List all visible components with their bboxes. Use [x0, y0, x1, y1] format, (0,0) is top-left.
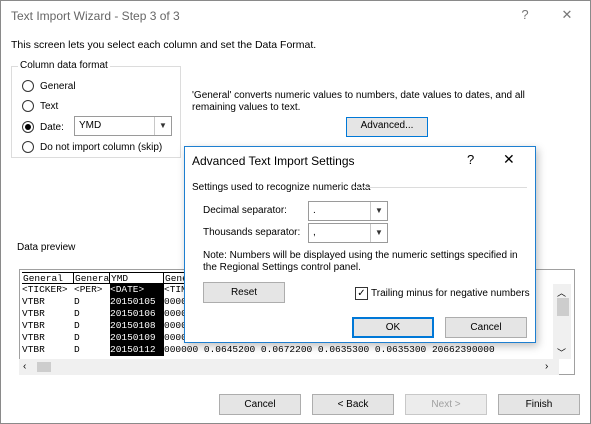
chevron-down-icon[interactable]: ▼: [370, 224, 387, 242]
close-icon[interactable]: ✕: [555, 6, 579, 24]
preview-cell-selected: 20150106: [110, 308, 164, 320]
preview-cell-selected: 20150108: [110, 320, 164, 332]
finish-button[interactable]: Finish: [498, 394, 580, 415]
radio-circle-icon[interactable]: [22, 141, 34, 153]
title-bar: Text Import Wizard - Step 3 of 3 ? ✕: [1, 1, 590, 29]
general-info-text: 'General' converts numeric values to num…: [192, 90, 525, 113]
radio-date-label: Date:: [40, 121, 64, 133]
radio-date[interactable]: Date:: [22, 120, 64, 134]
chevron-down-icon[interactable]: ▼: [154, 117, 171, 135]
help-icon[interactable]: ?: [467, 152, 474, 167]
preview-cell: VTBR: [22, 296, 45, 307]
preview-cell: D: [74, 320, 80, 331]
preview-horizontal-scrollbar[interactable]: [19, 359, 559, 375]
chevron-left-icon[interactable]: ‹: [23, 361, 26, 372]
ok-button[interactable]: OK: [352, 317, 434, 338]
help-icon[interactable]: ?: [513, 6, 537, 24]
chevron-right-icon[interactable]: ›: [545, 361, 548, 372]
regional-settings-note: Note: Numbers will be displayed using th…: [203, 250, 518, 273]
decimal-separator-select[interactable]: . ▼: [308, 201, 388, 221]
close-icon[interactable]: ✕: [503, 151, 515, 168]
date-format-select[interactable]: YMD ▼: [74, 116, 172, 136]
column-data-format-label: Column data format: [18, 60, 110, 71]
radio-circle-icon[interactable]: [22, 100, 34, 112]
preview-cell: VTBR: [22, 332, 45, 343]
advanced-settings-dialog: Advanced Text Import Settings ? ✕ Settin…: [184, 146, 536, 343]
decimal-separator-value: .: [313, 205, 316, 216]
preview-cell-selected: 20150109: [110, 332, 164, 344]
trailing-minus-checkbox[interactable]: ✓: [355, 287, 368, 300]
preview-cell-selected: <DATE>: [110, 284, 164, 296]
decimal-separator-label: Decimal separator:: [203, 205, 287, 216]
preview-cell: VTBR: [22, 320, 45, 331]
preview-header-cell[interactable]: General: [22, 272, 74, 284]
column-data-format-group: Column data format General Text Date: YM…: [11, 60, 181, 158]
date-format-value: YMD: [79, 120, 102, 131]
wizard-description: This screen lets you select each column …: [11, 39, 317, 51]
preview-header-cell[interactable]: YMD: [110, 272, 164, 284]
dialog-title: Advanced Text Import Settings: [192, 154, 355, 168]
back-button[interactable]: < Back: [312, 394, 394, 415]
preview-header-cell[interactable]: Genera: [74, 272, 110, 284]
radio-text-label: Text: [40, 100, 59, 112]
numeric-settings-section-label: Settings used to recognize numeric data: [192, 182, 371, 193]
section-divider: [355, 187, 527, 188]
preview-cell: <PER>: [74, 284, 103, 295]
thousands-separator-select[interactable]: , ▼: [308, 223, 388, 243]
preview-cell: <TICKER>: [22, 284, 68, 295]
preview-cell: D: [74, 296, 80, 307]
next-button[interactable]: Next >: [405, 394, 487, 415]
data-preview-label: Data preview: [17, 242, 76, 253]
reset-button[interactable]: Reset: [203, 282, 285, 303]
preview-cell: D: [74, 344, 80, 355]
preview-cell-selected: 20150112: [110, 344, 164, 356]
thousands-separator-value: ,: [313, 227, 316, 238]
radio-circle-icon[interactable]: [22, 80, 34, 92]
radio-general[interactable]: General: [22, 79, 76, 93]
vertical-scroll-thumb[interactable]: [557, 298, 569, 316]
trailing-minus-label: Trailing minus for negative numbers: [371, 288, 530, 299]
cancel-button[interactable]: Cancel: [219, 394, 301, 415]
preview-cell: 000000 0.0645200 0.0672200 0.0635300 0.0…: [164, 344, 495, 355]
thousands-separator-label: Thousands separator:: [203, 227, 301, 238]
preview-cell: VTBR: [22, 308, 45, 319]
preview-cell: VTBR: [22, 344, 45, 355]
horizontal-scroll-thumb[interactable]: [37, 362, 51, 372]
radio-general-label: General: [40, 80, 76, 92]
chevron-down-icon[interactable]: ﹀: [557, 346, 566, 359]
preview-row: VTBR D 20150112 000000 0.0645200 0.06722…: [22, 344, 544, 356]
radio-text[interactable]: Text: [22, 99, 58, 113]
window-title: Text Import Wizard - Step 3 of 3: [11, 9, 180, 23]
preview-cell: D: [74, 332, 80, 343]
radio-skip-label: Do not import column (skip): [40, 141, 163, 153]
advanced-button[interactable]: Advanced...: [346, 117, 428, 137]
radio-skip[interactable]: Do not import column (skip): [22, 140, 162, 154]
radio-selected-icon[interactable]: [22, 121, 34, 133]
preview-cell: D: [74, 308, 80, 319]
preview-cell-selected: 20150105: [110, 296, 164, 308]
dialog-cancel-button[interactable]: Cancel: [445, 317, 527, 338]
chevron-down-icon[interactable]: ▼: [370, 202, 387, 220]
